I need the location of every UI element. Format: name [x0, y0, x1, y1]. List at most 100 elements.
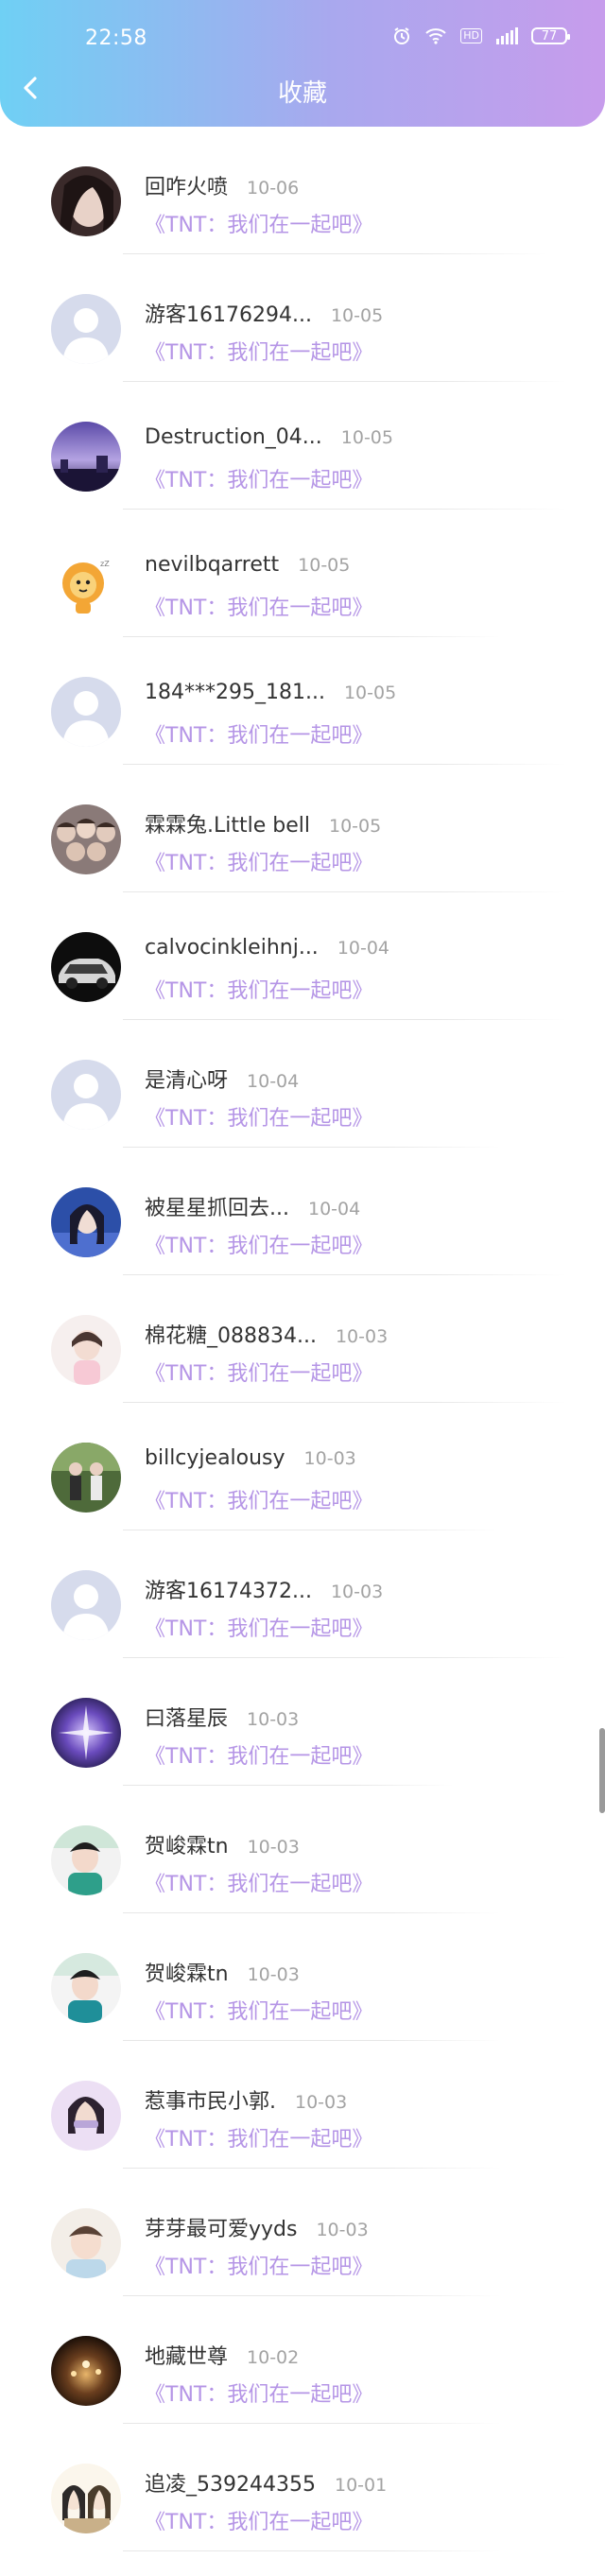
movie-link[interactable]: 《TNT：我们在一起吧》 — [145, 1995, 372, 2025]
list-item[interactable]: 被星星抓回去... 10-04 《TNT：我们在一起吧》 — [0, 1163, 605, 1290]
avatar[interactable] — [51, 677, 121, 747]
avatar[interactable] — [51, 2464, 121, 2533]
username[interactable]: nevilbqarrett — [145, 553, 279, 577]
item-header: 贺峻霖tn 10-03 — [145, 1829, 300, 1859]
movie-link[interactable]: 《TNT：我们在一起吧》 — [145, 1357, 372, 1387]
username[interactable]: 184***295_181... — [145, 681, 325, 704]
username[interactable]: 追凌_539244355 — [145, 2467, 316, 2498]
movie-link[interactable]: 《TNT：我们在一起吧》 — [145, 1612, 372, 1642]
avatar[interactable] — [51, 1825, 121, 1895]
username[interactable]: 曰落星辰 — [145, 1702, 228, 1732]
list-item[interactable]: 芽芽最可爱yyds 10-03 《TNT：我们在一起吧》 — [0, 2184, 605, 2311]
movie-link[interactable]: 《TNT：我们在一起吧》 — [145, 2250, 372, 2280]
username[interactable]: 游客16174372... — [145, 1574, 312, 1604]
avatar[interactable] — [51, 294, 121, 364]
movie-link[interactable]: 《TNT：我们在一起吧》 — [145, 974, 372, 1004]
username[interactable]: 惹事市民小郭. — [145, 2084, 276, 2115]
username[interactable]: 回咋火喷 — [145, 170, 228, 200]
avatar[interactable] — [51, 2208, 121, 2278]
movie-link[interactable]: 《TNT：我们在一起吧》 — [145, 1867, 372, 1897]
avatar[interactable] — [51, 422, 121, 492]
divider — [123, 1402, 567, 1403]
username[interactable]: 是清心呀 — [145, 1063, 228, 1094]
list-item[interactable]: 惹事市民小郭. 10-03 《TNT：我们在一起吧》 — [0, 2056, 605, 2184]
date: 10-05 — [328, 816, 382, 837]
list-item[interactable]: 回咋火喷 10-06 《TNT：我们在一起吧》 — [0, 142, 605, 269]
list-item[interactable]: 184***295_181... 10-05 《TNT：我们在一起吧》 — [0, 652, 605, 780]
list-item[interactable]: 追凌_539244355 10-01 《TNT：我们在一起吧》 — [0, 2439, 605, 2567]
avatar[interactable] — [51, 2081, 121, 2151]
status-icons: HD 77 — [392, 26, 570, 45]
avatar[interactable] — [51, 1698, 121, 1768]
header-bar: 22:58 HD 77 收藏 — [0, 0, 605, 127]
movie-link[interactable]: 《TNT：我们在一起吧》 — [145, 1484, 372, 1514]
movie-link[interactable]: 《TNT：我们在一起吧》 — [145, 2377, 372, 2408]
avatar[interactable] — [51, 1315, 121, 1385]
date: 10-01 — [334, 2475, 388, 2496]
date: 10-02 — [247, 2347, 300, 2368]
list-item[interactable]: 贺峻霖tn 10-03 《TNT：我们在一起吧》 — [0, 1801, 605, 1928]
list-item[interactable]: 霖霖兔.Little bell 10-05 《TNT：我们在一起吧》 — [0, 780, 605, 908]
movie-link[interactable]: 《TNT：我们在一起吧》 — [145, 1229, 372, 1259]
username[interactable]: calvocinkleihnj... — [145, 936, 319, 960]
movie-link[interactable]: 《TNT：我们在一起吧》 — [145, 846, 372, 876]
favorites-list: 回咋火喷 10-06 《TNT：我们在一起吧》 游客16176294... 10-05 《… — [0, 142, 605, 2567]
date: 10-05 — [340, 427, 393, 448]
avatar[interactable] — [51, 1060, 121, 1130]
avatar[interactable] — [51, 1187, 121, 1257]
username[interactable]: 贺峻霖tn — [145, 1829, 229, 1859]
movie-link[interactable]: 《TNT：我们在一起吧》 — [145, 718, 372, 749]
avatar[interactable] — [51, 1443, 121, 1513]
movie-link[interactable]: 《TNT：我们在一起吧》 — [145, 1101, 372, 1132]
username[interactable]: billcyjealousy — [145, 1446, 285, 1470]
username[interactable]: 棉花糖_088834... — [145, 1319, 317, 1349]
movie-link[interactable]: 《TNT：我们在一起吧》 — [145, 2122, 372, 2152]
username[interactable]: 地藏世尊 — [145, 2340, 228, 2370]
username[interactable]: 游客16176294... — [145, 298, 312, 328]
divider — [123, 1274, 567, 1275]
list-item[interactable]: 贺峻霖tn 10-03 《TNT：我们在一起吧》 — [0, 1928, 605, 2056]
movie-link[interactable]: 《TNT：我们在一起吧》 — [145, 336, 372, 366]
divider — [123, 1912, 501, 1913]
avatar[interactable] — [51, 932, 121, 1002]
date: 10-03 — [247, 1709, 300, 1730]
list-item[interactable]: 游客16176294... 10-05 《TNT：我们在一起吧》 — [0, 269, 605, 397]
username[interactable]: 霖霖兔.Little bell — [145, 808, 310, 838]
divider — [123, 1019, 567, 1020]
date: 10-04 — [247, 1071, 300, 1092]
list-item[interactable]: 曰落星辰 10-03 《TNT：我们在一起吧》 — [0, 1673, 605, 1801]
list-item[interactable]: 是清心呀 10-04 《TNT：我们在一起吧》 — [0, 1035, 605, 1163]
list-item[interactable]: Destruction_04... 10-05 《TNT：我们在一起吧》 — [0, 397, 605, 525]
divider — [123, 2040, 501, 2041]
avatar[interactable] — [51, 1570, 121, 1640]
username[interactable]: Destruction_04... — [145, 425, 322, 449]
avatar[interactable] — [51, 1953, 121, 2023]
item-header: 追凌_539244355 10-01 — [145, 2467, 387, 2498]
date: 10-05 — [343, 683, 397, 703]
date: 10-05 — [298, 555, 351, 576]
divider — [123, 636, 501, 637]
divider — [123, 381, 567, 382]
username[interactable]: 芽芽最可爱yyds — [145, 2212, 297, 2242]
wifi-icon — [424, 27, 447, 44]
list-item[interactable]: calvocinkleihnj... 10-04 《TNT：我们在一起吧》 — [0, 908, 605, 1035]
divider — [123, 1657, 567, 1658]
username[interactable]: 贺峻霖tn — [145, 1957, 229, 1987]
avatar[interactable]: zZ — [51, 549, 121, 619]
list-item[interactable]: 棉花糖_088834... 10-03 《TNT：我们在一起吧》 — [0, 1290, 605, 1418]
username[interactable]: 被星星抓回去... — [145, 1191, 289, 1221]
list-item[interactable]: billcyjealousy 10-03 《TNT：我们在一起吧》 — [0, 1418, 605, 1546]
list-item[interactable]: zZ nevilbqarrett 10-05 《TNT：我们在一起吧》 — [0, 525, 605, 652]
movie-link[interactable]: 《TNT：我们在一起吧》 — [145, 208, 372, 238]
movie-link[interactable]: 《TNT：我们在一起吧》 — [145, 1739, 372, 1770]
movie-link[interactable]: 《TNT：我们在一起吧》 — [145, 463, 372, 493]
avatar[interactable] — [51, 166, 121, 236]
item-header: 184***295_181... 10-05 — [145, 681, 396, 704]
movie-link[interactable]: 《TNT：我们在一起吧》 — [145, 591, 372, 621]
list-item[interactable]: 地藏世尊 10-02 《TNT：我们在一起吧》 — [0, 2311, 605, 2439]
avatar[interactable] — [51, 2336, 121, 2406]
list-item[interactable]: 游客16174372... 10-03 《TNT：我们在一起吧》 — [0, 1546, 605, 1673]
scrollbar[interactable] — [599, 1728, 605, 1813]
movie-link[interactable]: 《TNT：我们在一起吧》 — [145, 2505, 372, 2535]
avatar[interactable] — [51, 804, 121, 874]
